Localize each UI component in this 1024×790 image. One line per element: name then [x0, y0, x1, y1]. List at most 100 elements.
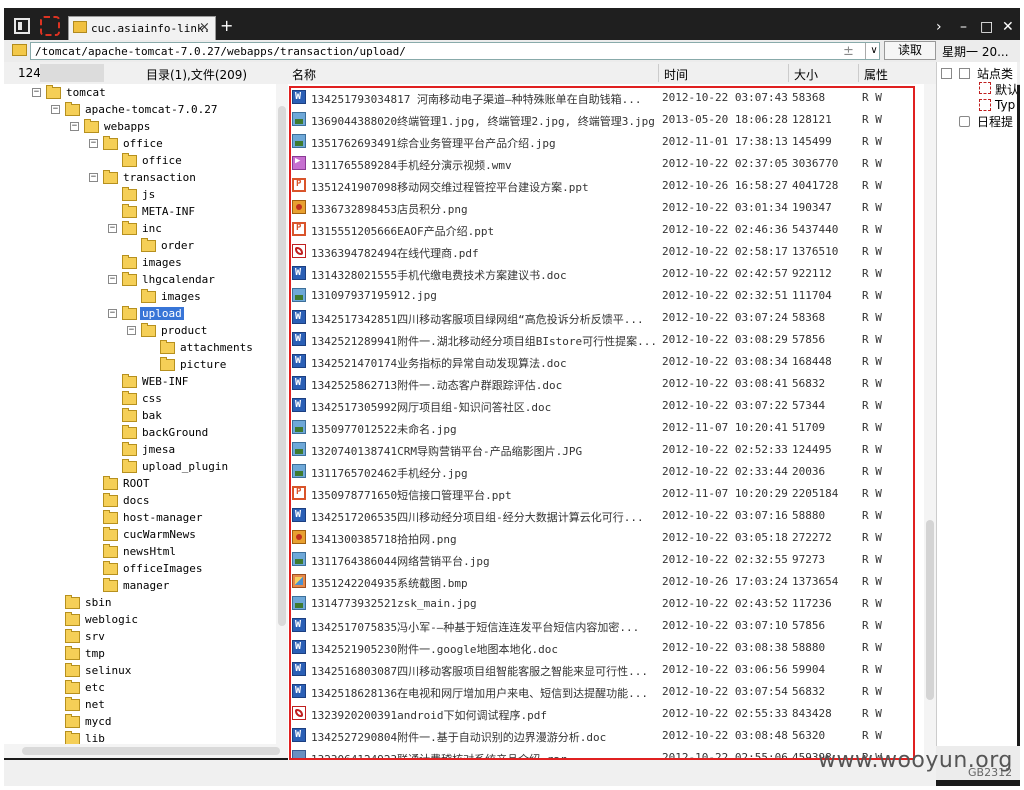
tree-node[interactable]: css [4, 391, 276, 408]
file-row[interactable]: 1351241907098移动网交维过程管控平台建设方案.ppt 2012-10-… [288, 174, 924, 196]
file-row[interactable]: 1336394782494在线代理商.pdf 2012-10-22 02:58:1… [288, 240, 924, 262]
tree-node[interactable]: upload_plugin [4, 459, 276, 476]
tree-node[interactable]: picture [4, 357, 276, 374]
collapse-toggle-icon[interactable]: − [89, 139, 98, 148]
file-row[interactable]: 1350977012522未命名.jpg 2012-11-07 10:20:41 5… [288, 416, 924, 438]
tree-node[interactable]: jmesa [4, 442, 276, 459]
tree-node[interactable]: WEB-INF [4, 374, 276, 391]
file-row[interactable]: 1350978771650短信接口管理平台.ppt 2012-11-07 10:2… [288, 482, 924, 504]
tree-node[interactable]: images [4, 255, 276, 272]
file-row[interactable]: 1342521289941附件一.湖北移动经分项目组BIstore可行性提案..… [288, 328, 924, 350]
collapse-toggle-icon[interactable]: − [108, 224, 117, 233]
tree-node[interactable]: images [4, 289, 276, 306]
tree-node[interactable]: − webapps [4, 119, 276, 136]
file-row[interactable]: 1315551205666EAOF产品介绍.ppt 2012-10-22 02:4… [288, 218, 924, 240]
panel-toggle-icon[interactable] [14, 18, 30, 34]
tree-vertical-scrollbar[interactable] [276, 84, 288, 744]
column-attr[interactable]: 属性 [864, 66, 888, 83]
file-row[interactable]: 1342517305992网厅项目组-知识问答社区.doc 2012-10-22 … [288, 394, 924, 416]
file-row[interactable]: 1311765589284手机经分演示视频.wmv 2012-10-22 02:3… [288, 152, 924, 174]
file-row[interactable]: 1342525862713附件一.动态客户群跟踪评估.doc 2012-10-22… [288, 372, 924, 394]
tree-node[interactable]: srv [4, 629, 276, 646]
tree-node[interactable]: host-manager [4, 510, 276, 527]
file-row[interactable]: 1342521905230附件一.google地图本地化.doc 2012-10-… [288, 636, 924, 658]
tree-node[interactable]: ROOT [4, 476, 276, 493]
column-size[interactable]: 大小 [794, 66, 818, 83]
tree-node[interactable]: docs [4, 493, 276, 510]
tree-node[interactable]: net [4, 697, 276, 714]
tree-node[interactable]: etc [4, 680, 276, 697]
tree-node[interactable]: − apache-tomcat-7.0.27 [4, 102, 276, 119]
tree-node[interactable]: META-INF [4, 204, 276, 221]
file-row[interactable]: 1351762693491综合业务管理平台产品介绍.jpg 2012-11-01 … [288, 130, 924, 152]
file-row[interactable]: 1342518628136在电视和网厅增加用户来电、短信到达提醒功能... 201… [288, 680, 924, 702]
scroll-thumb[interactable] [278, 106, 286, 626]
file-row[interactable]: 1342517075835冯小军-—种基于短信连连发平台短信内容加密... 201… [288, 614, 924, 636]
collapse-toggle-icon[interactable]: − [51, 105, 60, 114]
file-row[interactable]: 1323920200391android下如何调试程序.pdf 2012-10-2… [288, 702, 924, 724]
tree-node[interactable]: cucWarmNews [4, 527, 276, 544]
plus-minus-icon[interactable]: ± [843, 44, 854, 59]
tree-horizontal-scrollbar[interactable] [4, 744, 288, 758]
file-list-scrollbar[interactable] [924, 84, 936, 760]
tree-node[interactable]: attachments [4, 340, 276, 357]
tree-node[interactable]: tmp [4, 646, 276, 663]
minimize-button[interactable]: – [960, 20, 967, 34]
file-row[interactable]: 1311764386044网络营销平台.jpg 2012-10-22 02:32:… [288, 548, 924, 570]
file-row[interactable]: 1351242204935系统截图.bmp 2012-10-26 17:03:24… [288, 570, 924, 592]
tree-node[interactable]: office [4, 153, 276, 170]
maximize-button[interactable]: □ [980, 20, 993, 34]
collapse-toggle-icon[interactable]: − [127, 326, 136, 335]
expand-toggle[interactable] [941, 68, 952, 79]
file-row[interactable]: 1342517342851四川移动客服项目绿网组“高危投诉分析反馈平... 201… [288, 306, 924, 328]
tree-node[interactable]: − office [4, 136, 276, 153]
collapse-toggle-icon[interactable]: − [108, 275, 117, 284]
collapse-toggle-icon[interactable]: − [32, 88, 41, 97]
file-row[interactable]: 1342517930348​17 河南移动电子渠道—种特殊账单在自助钱箱... 2… [288, 86, 924, 108]
file-row[interactable]: 1369044388020终端管理1.jpg, 终端管理2.jpg, 终端管理3… [288, 108, 924, 130]
tree-node[interactable]: newsHtml [4, 544, 276, 561]
tree-node[interactable]: backGround [4, 425, 276, 442]
tree-node[interactable]: bak [4, 408, 276, 425]
close-tab-icon[interactable]: × [199, 20, 210, 35]
file-row[interactable]: 1342527290804附件一.基于自动识别的边界漫游分析.doc 2012-1… [288, 724, 924, 746]
tree-node[interactable]: lib [4, 731, 276, 744]
tree-node[interactable]: manager [4, 578, 276, 595]
tree-node[interactable]: − product [4, 323, 276, 340]
file-row[interactable]: 1311765702462手机经分.jpg 2012-10-22 02:33:44… [288, 460, 924, 482]
tree-node[interactable]: js [4, 187, 276, 204]
tree-node[interactable]: officeImages [4, 561, 276, 578]
tree-node[interactable]: − lhgcalendar [4, 272, 276, 289]
collapse-toggle-icon[interactable]: − [70, 122, 79, 131]
new-tab-button[interactable]: + [220, 18, 233, 34]
tree-node[interactable]: selinux [4, 663, 276, 680]
chevron-down-icon[interactable]: ∨ [865, 43, 882, 59]
read-button[interactable]: 读取 [884, 41, 936, 60]
tree-node[interactable]: mycd [4, 714, 276, 731]
file-row[interactable]: 1314773932521zsk_main.jpg 2012-10-22 02:4… [288, 592, 924, 614]
chevron-right-icon[interactable]: › [936, 20, 942, 34]
file-row[interactable]: 1320740138741CRM导购营销平台-产品缩影图片.JPG 2012-10… [288, 438, 924, 460]
close-window-button[interactable]: ✕ [1002, 20, 1014, 34]
site-category[interactable]: 站点类 [977, 65, 1013, 82]
path-input[interactable]: /tomcat/apache-tomcat-7.0.27/webapps/tra… [30, 42, 880, 60]
tree-node[interactable]: order [4, 238, 276, 255]
scroll-thumb[interactable] [926, 520, 934, 700]
tree-node[interactable]: weblogic [4, 612, 276, 629]
file-row[interactable]: 1342521470174业务指标的异常自动发现算法.doc 2012-10-22… [288, 350, 924, 372]
site-item-default[interactable]: 默认 [995, 81, 1017, 98]
tab-active[interactable]: cuc.asiainfo-link. × [68, 16, 216, 40]
tree-node[interactable]: − tomcat [4, 85, 276, 102]
file-row[interactable]: 1341300385718拾拍网.png 2012-10-22 03:05:18 2… [288, 526, 924, 548]
scroll-thumb[interactable] [22, 747, 280, 755]
schedule-reminder[interactable]: 日程提 [977, 113, 1013, 130]
collapse-toggle-icon[interactable]: − [108, 309, 117, 318]
file-row[interactable]: 1314328021555手机代缴电费技术方案建议书.doc 2012-10-22… [288, 262, 924, 284]
file-row[interactable]: 1342517206535四川移动经分项目组-经分大数据计算云化可行... 201… [288, 504, 924, 526]
file-row[interactable]: 1336732898453店员积分.png 2012-10-22 03:01:34… [288, 196, 924, 218]
tree-node[interactable]: − inc [4, 221, 276, 238]
tree-node[interactable]: sbin [4, 595, 276, 612]
tree-node[interactable]: − transaction [4, 170, 276, 187]
tree-node[interactable]: − upload [4, 306, 276, 323]
record-icon[interactable] [40, 16, 60, 36]
